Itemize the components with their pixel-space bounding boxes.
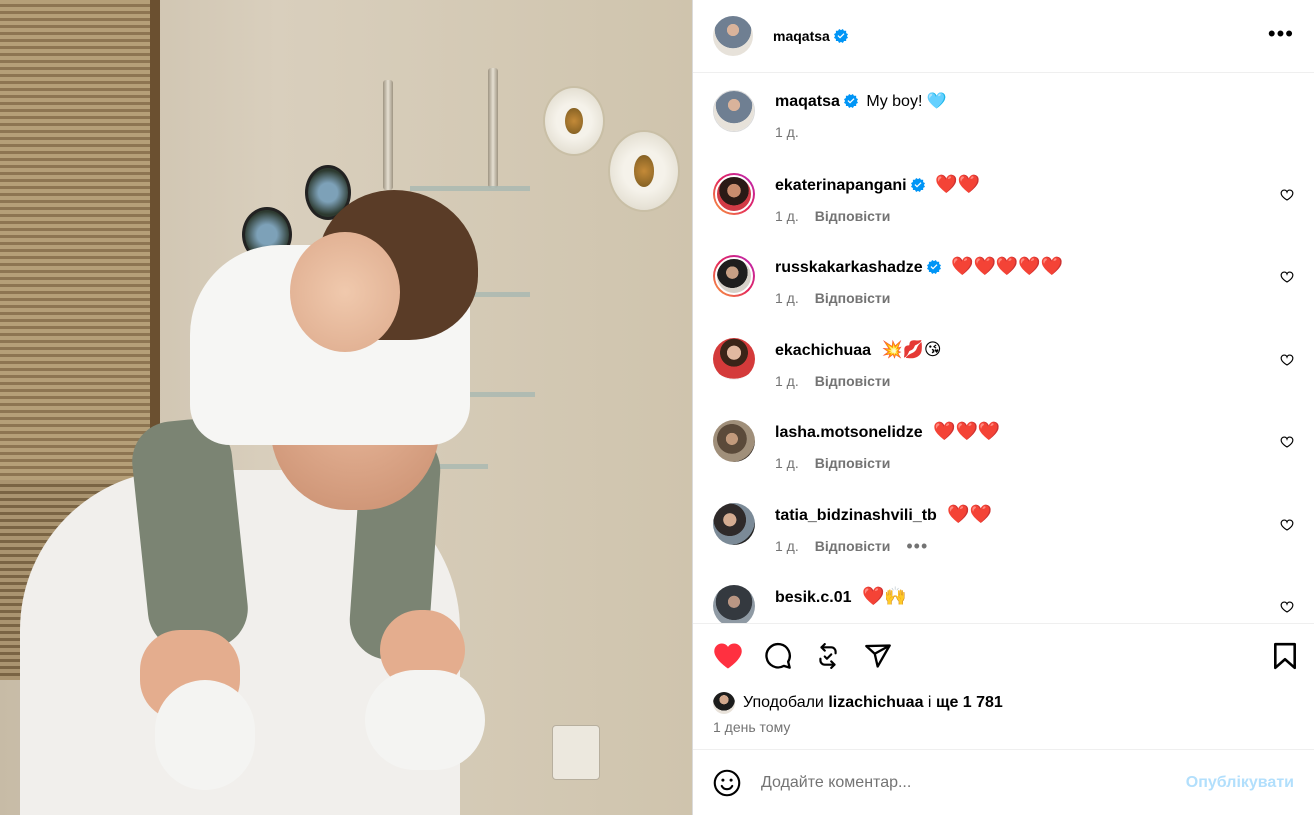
wall-outlet	[552, 725, 600, 780]
commenter-avatar[interactable]	[713, 337, 755, 380]
comment-text: ❤️❤️❤️❤️❤️	[951, 256, 1064, 277]
reply-button[interactable]: Відповісти	[815, 536, 891, 556]
like-comment-heart-icon[interactable]	[1280, 188, 1294, 202]
commenter-username[interactable]: russkakarkashadze	[775, 259, 923, 276]
likes-summary: Уподобали lizachichuaa і ще 1 781	[693, 688, 1314, 718]
post-details-panel: maqatsa ••• maqatsa My boy! 🩵 1 д. ekate…	[692, 0, 1314, 815]
like-comment-heart-icon[interactable]	[1280, 353, 1294, 367]
like-comment-heart-icon[interactable]	[1280, 270, 1294, 284]
commenter-username[interactable]: tatia_bidzinashvili_tb	[775, 507, 937, 524]
comment-bubble-icon[interactable]	[763, 641, 793, 671]
child-face	[290, 232, 400, 352]
child-shoe	[365, 670, 485, 770]
commenter-username[interactable]: ekachichuaa	[775, 342, 871, 359]
action-bar	[693, 623, 1314, 688]
comment-age: 1 д.	[775, 372, 799, 389]
post-photo[interactable]	[0, 0, 692, 815]
decor-plate	[543, 86, 605, 156]
post-modal: maqatsa ••• maqatsa My boy! 🩵 1 д. ekate…	[0, 0, 1314, 815]
commenter-username[interactable]: besik.c.01	[775, 589, 852, 606]
reply-button[interactable]: Відповісти	[815, 453, 891, 473]
caption-row: maqatsa My boy! 🩵 1 д.	[713, 89, 1294, 172]
commenter-avatar[interactable]	[713, 420, 755, 462]
comment-text: ❤️🙌	[861, 586, 907, 607]
comment-row: lasha.motsonelidze ❤️❤️❤️ 1 д. Відповісти	[713, 419, 1294, 502]
decor-candlestick	[383, 80, 393, 190]
author-avatar[interactable]	[713, 16, 753, 56]
post-comment-button[interactable]: Опублікувати	[1186, 774, 1294, 792]
comment-age: 1 д.	[775, 455, 799, 471]
comment-text: ❤️❤️❤️	[933, 421, 1001, 442]
reply-button[interactable]: Відповісти	[815, 288, 891, 308]
more-options-icon[interactable]: •••	[1268, 23, 1294, 45]
comment-row: tatia_bidzinashvili_tb ❤️❤️ 1 д. Відповіс…	[713, 502, 1294, 585]
glass-shelf	[465, 392, 535, 397]
child-shoe	[155, 680, 255, 790]
verified-badge-icon	[833, 29, 848, 43]
comment-text: ❤️❤️	[935, 173, 980, 195]
comment-row: russkakarkashadze ❤️❤️❤️❤️❤️ 1 д. Відпові…	[713, 254, 1294, 337]
glass-shelf	[410, 186, 530, 191]
caption-text: My boy! 🩵	[866, 93, 947, 110]
commenter-avatar[interactable]	[713, 255, 755, 297]
likes-prefix: Уподобали	[743, 694, 824, 711]
likes-middle: і	[927, 694, 932, 711]
verified-badge-icon	[926, 260, 941, 274]
commenter-avatar[interactable]	[713, 585, 755, 623]
comment-row: ekachichuaa 💥💋😘 1 д. Відповісти	[713, 337, 1294, 420]
caption-author-username[interactable]: maqatsa	[775, 93, 840, 110]
like-heart-icon[interactable]	[713, 641, 743, 671]
emoji-picker-icon[interactable]	[713, 769, 741, 797]
liker-avatar[interactable]	[713, 692, 735, 714]
comment-row: besik.c.01 ❤️🙌	[713, 584, 1294, 623]
commenter-username[interactable]: lasha.motsonelidze	[775, 424, 923, 441]
save-bookmark-icon[interactable]	[1272, 642, 1298, 673]
like-comment-heart-icon[interactable]	[1280, 600, 1294, 614]
comment-row: ekaterinapangani ❤️❤️ 1 д. Відповісти	[713, 172, 1294, 255]
comment-input[interactable]	[761, 773, 1186, 792]
comments-list[interactable]: maqatsa My boy! 🩵 1 д. ekaterinapangani …	[693, 73, 1314, 623]
comment-age: 1 д.	[775, 207, 799, 224]
liker-username[interactable]: lizachichuaa	[828, 694, 923, 712]
comment-text: ❤️❤️	[947, 503, 993, 525]
author-username[interactable]: maqatsa	[773, 28, 830, 44]
reply-button[interactable]: Відповісти	[815, 371, 891, 391]
commenter-avatar[interactable]	[713, 502, 755, 545]
window-blinds	[0, 0, 160, 480]
comment-options-icon[interactable]: •••	[906, 536, 928, 556]
caption-author-avatar[interactable]	[713, 90, 755, 132]
add-comment-bar: Опублікувати	[693, 749, 1314, 815]
commenter-avatar[interactable]	[713, 172, 755, 215]
comment-age: 1 д.	[775, 290, 799, 306]
commenter-username[interactable]: ekaterinapangani	[775, 177, 907, 194]
post-date[interactable]: 1 день тому	[693, 718, 1314, 744]
post-header: maqatsa •••	[693, 0, 1314, 73]
share-paper-plane-icon[interactable]	[863, 641, 893, 671]
like-comment-heart-icon[interactable]	[1280, 435, 1294, 449]
verified-badge-icon	[910, 177, 925, 192]
decor-plate	[608, 130, 680, 212]
decor-candlestick	[488, 68, 498, 188]
comment-text: 💥💋😘	[881, 339, 942, 360]
reply-button[interactable]: Відповісти	[815, 206, 891, 226]
like-comment-heart-icon[interactable]	[1280, 518, 1294, 532]
comment-age: 1 д.	[775, 537, 799, 554]
verified-badge-icon	[843, 94, 858, 108]
repost-icon[interactable]	[813, 641, 843, 671]
likes-count-link[interactable]: ще 1 781	[936, 694, 1003, 712]
caption-age: 1 д.	[775, 124, 799, 140]
